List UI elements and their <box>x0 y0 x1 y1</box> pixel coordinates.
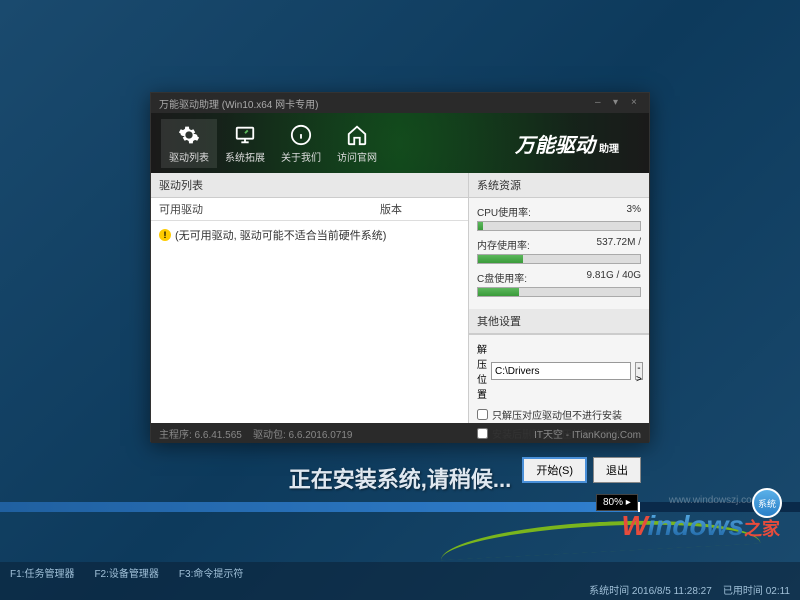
col-driver: 可用驱动 <box>159 201 380 217</box>
install-status-text: 正在安装系统,请稍候... <box>289 462 511 494</box>
settings-title: 其他设置 <box>469 309 649 334</box>
pack-version: 驱动包: 6.6.2016.0719 <box>253 430 353 441</box>
brand-logo: 万能驱动助理 <box>515 129 639 158</box>
content-area: 驱动列表 可用驱动 版本 ! (无可用驱动, 驱动可能不适合当前硬件系统) 系统… <box>151 173 649 423</box>
nav-label: 系统拓展 <box>225 149 265 164</box>
disk-usage: C盘使用率:9.81G / 40G <box>477 270 641 297</box>
cpu-usage: CPU使用率:3% <box>477 204 641 231</box>
warning-icon: ! <box>159 229 171 241</box>
extract-label: 解压位置 <box>477 341 487 401</box>
titlebar[interactable]: 万能驱动助理 (Win10.x64 网卡专用) – ▾ × <box>151 93 649 113</box>
option-extract-only[interactable]: 只解压对应驱动但不进行安装 <box>477 407 641 422</box>
sidebar-panel: 系统资源 CPU使用率:3% 内存使用率:537.72M / C盘使用率:9.8… <box>469 173 649 423</box>
watermark-text: www.windowszj.com <box>669 495 760 506</box>
nav-driver-list[interactable]: 驱动列表 <box>161 119 217 168</box>
dropdown-button[interactable]: ▾ <box>613 98 623 108</box>
driver-assistant-window: 万能驱动助理 (Win10.x64 网卡专用) – ▾ × 驱动列表 系统拓展 … <box>150 92 650 442</box>
close-button[interactable]: × <box>631 98 641 108</box>
window-footer: 主程序: 6.6.41.565 驱动包: 6.6.2016.0719 IT天空 … <box>151 423 649 443</box>
nav-label: 关于我们 <box>281 149 321 164</box>
memory-usage: 内存使用率:537.72M / <box>477 237 641 264</box>
driver-list-panel: 驱动列表 可用驱动 版本 ! (无可用驱动, 驱动可能不适合当前硬件系统) <box>151 173 469 423</box>
main-version: 主程序: 6.6.41.565 <box>159 430 242 441</box>
footer-site: IT天空 - ITianKong.Com <box>534 426 641 441</box>
home-icon <box>345 123 369 147</box>
checkbox[interactable] <box>477 409 488 420</box>
system-badge: 系统 <box>752 488 782 518</box>
hint-f3: F3:命令提示符 <box>179 565 243 580</box>
list-header: 可用驱动 版本 <box>151 198 468 221</box>
taskbar-hints: F1:任务管理器 F2:设备管理器 F3:命令提示符 <box>0 562 800 583</box>
resources-title: 系统资源 <box>469 173 649 198</box>
nav-label: 驱动列表 <box>169 149 209 164</box>
nav-about[interactable]: 关于我们 <box>273 119 329 168</box>
info-icon <box>289 123 313 147</box>
empty-message: (无可用驱动, 驱动可能不适合当前硬件系统) <box>175 227 386 243</box>
panel-title: 驱动列表 <box>151 173 468 198</box>
start-button[interactable]: 开始(S) <box>522 457 587 483</box>
gear-icon <box>177 123 201 147</box>
minimize-button[interactable]: – <box>595 98 605 108</box>
monitor-icon <box>233 123 257 147</box>
exit-button[interactable]: 退出 <box>593 457 641 483</box>
hint-f2: F2:设备管理器 <box>94 565 158 580</box>
browse-button[interactable]: -> <box>635 362 643 380</box>
windows-logo: Windows之家 <box>621 510 780 542</box>
taskbar-time: 系统时间 2016/8/5 11:28:27 已用时间 02:11 <box>589 582 790 597</box>
percent-badge: 80% ▸ <box>596 494 638 511</box>
extract-path-row: 解压位置 -> <box>477 341 641 401</box>
header: 驱动列表 系统拓展 关于我们 访问官网 万能驱动助理 <box>151 113 649 173</box>
col-version: 版本 <box>380 201 460 217</box>
taskbar: F1:任务管理器 F2:设备管理器 F3:命令提示符 系统时间 2016/8/5… <box>0 562 800 600</box>
install-progress-fill <box>0 502 640 512</box>
list-item: ! (无可用驱动, 驱动可能不适合当前硬件系统) <box>159 225 460 245</box>
hint-f1: F1:任务管理器 <box>10 565 74 580</box>
window-controls: – ▾ × <box>595 98 641 108</box>
nav-label: 访问官网 <box>337 149 377 164</box>
nav-system-ext[interactable]: 系统拓展 <box>217 119 273 168</box>
driver-list[interactable]: ! (无可用驱动, 驱动可能不适合当前硬件系统) <box>151 221 468 423</box>
window-title: 万能驱动助理 (Win10.x64 网卡专用) <box>159 96 318 111</box>
nav-website[interactable]: 访问官网 <box>329 119 385 168</box>
resources-section: CPU使用率:3% 内存使用率:537.72M / C盘使用率:9.81G / … <box>469 198 649 309</box>
checkbox[interactable] <box>477 428 488 439</box>
extract-path-input[interactable] <box>491 362 631 380</box>
